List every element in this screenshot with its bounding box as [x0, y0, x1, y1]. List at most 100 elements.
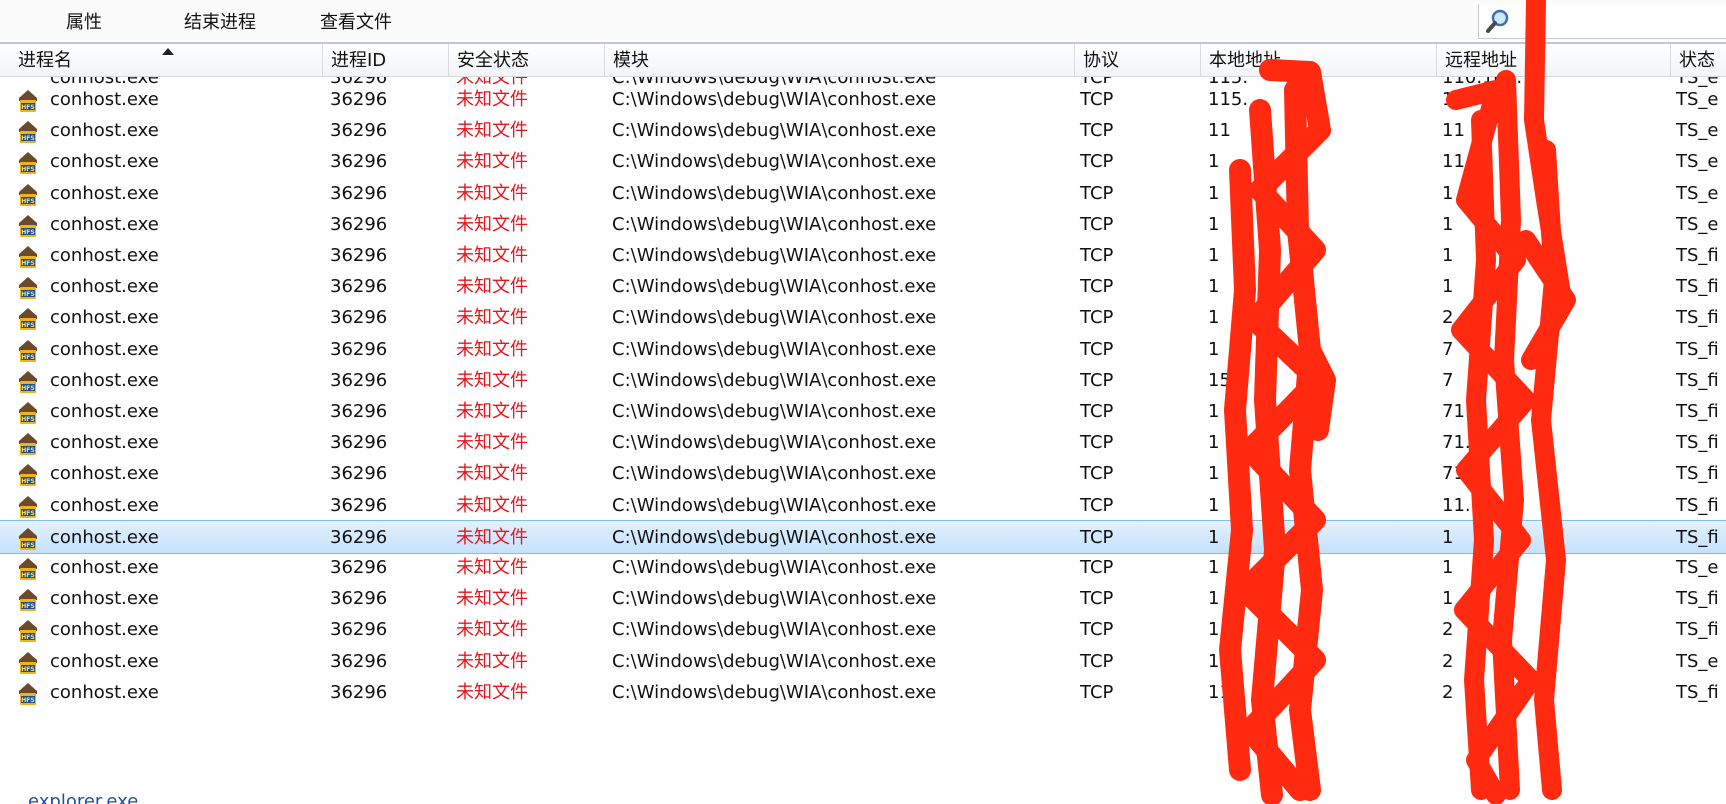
security-status: 未知文件 [456, 369, 528, 391]
process-id: 36296 [330, 619, 388, 641]
module-path: C:\Windows\debug\WIA\conhost.exe [612, 588, 937, 610]
connection-state: TS_fi [1676, 619, 1719, 641]
column-pid[interactable]: 进程ID [322, 44, 448, 76]
protocol: TCP [1080, 401, 1114, 422]
remote-address: 7 [1442, 369, 1454, 391]
remote-address: 11. [1442, 494, 1471, 516]
process-name: conhost.exe [50, 213, 159, 235]
local-address: 1 [1208, 182, 1220, 204]
table-row[interactable]: HFS conhost.exe 36296 未知文件 C:\Windows\debug\… [0, 145, 1726, 179]
svg-text:HFS: HFS [21, 322, 34, 329]
module-path: C:\Windows\debug\WIA\conhost.exe [612, 307, 937, 329]
column-local-address[interactable]: 本地地址 [1200, 44, 1436, 76]
svg-text:HFS: HFS [21, 603, 34, 610]
table-row[interactable]: HFS conhost.exe 36296 未知文件 C:\Windows\debug\… [0, 270, 1726, 304]
process-id: 36296 [330, 89, 388, 110]
table-row[interactable]: HFS conhost.exe 36296 未知文件 C:\Windows\debug\… [0, 457, 1726, 491]
table-row[interactable]: HFS conhost.exe 36296 未知文件 C:\Windows\debug\… [0, 613, 1726, 647]
table-row[interactable]: HFS conhost.exe 36296 未知文件 C:\Windows\debug\… [0, 83, 1726, 117]
process-name: conhost.exe [50, 650, 159, 672]
svg-text:HFS: HFS [21, 634, 34, 641]
remote-address: 7 [1442, 338, 1454, 360]
table-row[interactable]: HFS conhost.exe 36296 未知文件 C:\Windows\debug\… [0, 645, 1726, 679]
column-protocol[interactable]: 协议 [1074, 44, 1200, 76]
process-name: conhost.exe [50, 463, 159, 485]
protocol: TCP [1080, 307, 1114, 329]
module-path: C:\Windows\debug\WIA\conhost.exe [612, 120, 937, 142]
protocol: TCP [1080, 681, 1114, 703]
remote-address: 1 [1442, 213, 1454, 235]
svg-text:HFS: HFS [21, 104, 34, 111]
connection-state: TS_e [1676, 89, 1719, 110]
remote-address: 71.2 [1442, 432, 1483, 454]
properties-button[interactable]: 属性 [66, 8, 102, 34]
local-address: 1 [1208, 151, 1220, 173]
process-id: 36296 [330, 526, 388, 548]
local-address: 115. [1208, 89, 1249, 110]
process-id: 36296 [330, 494, 388, 516]
table-row[interactable]: HFS conhost.exe 36296 未知文件 C:\Windows\debug\… [0, 582, 1726, 616]
protocol: TCP [1080, 619, 1114, 641]
local-address: 1 [1208, 588, 1220, 610]
security-status: 未知文件 [456, 182, 528, 204]
local-address: 1 [1208, 245, 1220, 266]
remote-address: 11 [1442, 151, 1465, 173]
local-address: 1 [1208, 619, 1220, 641]
connection-state: TS_e [1676, 182, 1719, 204]
table-row-selected[interactable]: HFS conhost.exe 36296 未知文件 C:\Windows\debug\… [0, 519, 1726, 554]
column-remote-address[interactable]: 远程地址 [1436, 44, 1670, 76]
module-path: C:\Windows\debug\WIA\conhost.exe [612, 338, 937, 360]
search-box[interactable] [1478, 4, 1726, 39]
remote-address: 11 [1442, 89, 1465, 110]
protocol: TCP [1080, 120, 1114, 142]
protocol: TCP [1080, 245, 1114, 266]
remote-address: 2 [1442, 650, 1454, 672]
table-row[interactable]: HFS conhost.exe 36296 未知文件 C:\Windows\debug\… [0, 426, 1726, 460]
search-icon[interactable] [1485, 8, 1511, 34]
table-row[interactable]: HFS conhost.exe 36296 未知文件 C:\Windows\debug\… [0, 239, 1726, 273]
table-row[interactable]: HFS conhost.exe 36296 未知文件 C:\Windows\debug\… [0, 489, 1726, 523]
table-row[interactable]: HFS conhost.exe 36296 未知文件 C:\Windows\debug\… [0, 301, 1726, 335]
security-status: 未知文件 [456, 526, 528, 548]
connection-state: TS_e [1676, 557, 1719, 578]
security-status: 未知文件 [456, 276, 528, 298]
remote-address: 2 [1442, 619, 1454, 641]
security-status: 未知文件 [456, 681, 528, 703]
end-process-button[interactable]: 结束进程 [184, 8, 256, 34]
connection-state: TS_e [1676, 151, 1719, 173]
column-security[interactable]: 安全状态 [448, 44, 604, 76]
table-row[interactable]: HFS conhost.exe 36296 未知文件 C:\Windows\debug\… [0, 551, 1726, 585]
module-path: C:\Windows\debug\WIA\conhost.exe [612, 182, 937, 204]
table-row[interactable]: HFS conhost.exe 36296 未知文件 C:\Windows\debug\… [0, 333, 1726, 367]
table-row[interactable]: HFS conhost.exe 36296 未知文件 C:\Windows\debug\… [0, 208, 1726, 242]
table-row[interactable]: HFS conhost.exe 36296 未知文件 C:\Windows\debug\… [0, 177, 1726, 211]
security-status: 未知文件 [456, 463, 528, 485]
protocol: TCP [1080, 276, 1114, 298]
column-module[interactable]: 模块 [604, 44, 1074, 76]
table-row[interactable]: HFS conhost.exe 36296 未知文件 C:\Windows\debug\… [0, 676, 1726, 710]
table-row[interactable]: HFS conhost.exe 36296 未知文件 C:\Windows\debug\… [0, 395, 1726, 429]
connection-state: TS_fi [1676, 463, 1719, 485]
table-row-partial[interactable]: conhost.exe 36296 未知文件 C:\Windows\debug\… [0, 77, 1726, 88]
remote-address: 11 [1442, 120, 1465, 142]
security-status: 未知文件 [456, 401, 528, 422]
column-state[interactable]: 状态 [1670, 44, 1726, 76]
protocol: TCP [1080, 557, 1114, 578]
process-name: conhost.exe [50, 89, 159, 110]
local-address: 1 [1208, 650, 1220, 672]
svg-text:HFS: HFS [21, 478, 34, 485]
process-name: conhost.exe [50, 120, 159, 142]
hfs-process-icon: HFS [19, 214, 37, 237]
hfs-process-icon: HFS [19, 558, 37, 580]
module-path: C:\Windows\debug\WIA\conhost.exe [612, 463, 937, 485]
protocol: TCP [1080, 432, 1114, 454]
column-process-name[interactable]: 进程名 [0, 44, 322, 76]
view-file-button[interactable]: 查看文件 [320, 8, 392, 34]
connection-state: TS_fi [1676, 307, 1719, 329]
connection-state: TS_fi [1676, 526, 1719, 548]
process-id: 36296 [330, 120, 388, 142]
table-row[interactable]: HFS conhost.exe 36296 未知文件 C:\Windows\debug\… [0, 114, 1726, 148]
table-row[interactable]: HFS conhost.exe 36296 未知文件 C:\Windows\debug\… [0, 364, 1726, 398]
hfs-process-icon: HFS [19, 682, 37, 705]
table-row-partial-explorer[interactable]: explorer.exe [28, 791, 138, 804]
